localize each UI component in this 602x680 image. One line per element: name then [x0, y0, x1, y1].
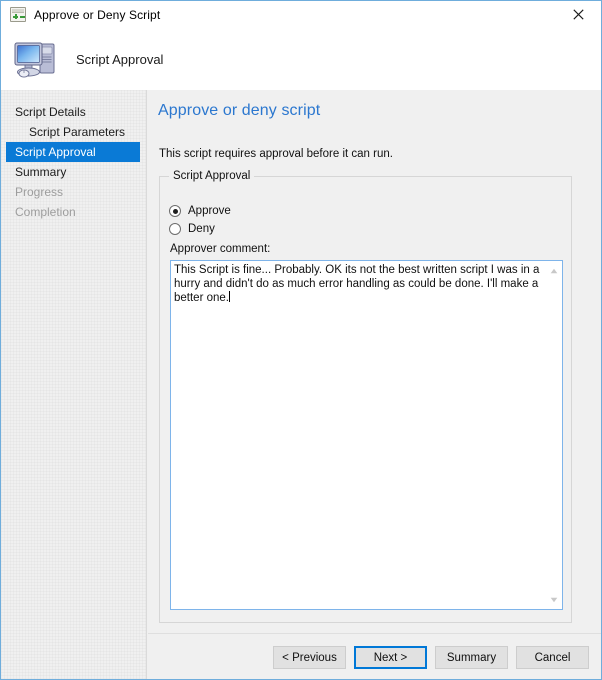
page-description: This script requires approval before it … [159, 148, 393, 160]
dialog-body: Script Details Script Parameters Script … [1, 90, 601, 679]
scroll-up-arrow-icon [550, 268, 557, 273]
scroll-down-arrow-icon [550, 597, 557, 602]
title-bar: Approve or Deny Script [1, 1, 601, 28]
sidebar-item-script-approval[interactable]: Script Approval [6, 142, 140, 162]
radio-deny[interactable]: Deny [169, 223, 215, 235]
radio-approve-indicator [169, 205, 181, 217]
scroll-up-button[interactable] [545, 262, 562, 279]
previous-button[interactable]: < Previous [273, 646, 346, 669]
comment-vertical-scrollbar[interactable] [544, 261, 562, 609]
approver-comment-input[interactable]: This Script is fine... Probably. OK its … [170, 260, 563, 610]
sidebar-item-summary[interactable]: Summary [1, 162, 146, 182]
radio-deny-label: Deny [188, 223, 215, 235]
approve-deny-icon [10, 7, 26, 22]
dialog-header: Script Approval [1, 28, 601, 90]
wizard-step-sidebar: Script Details Script Parameters Script … [1, 90, 147, 679]
scroll-down-button[interactable] [545, 591, 562, 608]
close-icon [573, 9, 584, 20]
sidebar-item-script-parameters[interactable]: Script Parameters [1, 122, 146, 142]
main-content-pane: Approve or deny script This script requi… [148, 90, 601, 679]
approver-comment-label: Approver comment: [170, 243, 271, 255]
sidebar-item-completion: Completion [15, 205, 76, 219]
cancel-button[interactable]: Cancel [516, 646, 589, 669]
summary-button[interactable]: Summary [435, 646, 508, 669]
page-title: Approve or deny script [158, 102, 321, 119]
radio-approve[interactable]: Approve [169, 205, 231, 217]
computer-icon [12, 37, 60, 81]
window-title: Approve or Deny Script [34, 7, 161, 22]
close-button[interactable] [556, 1, 601, 28]
approver-comment-text: This Script is fine... Probably. OK its … [174, 263, 542, 305]
text-caret [228, 291, 230, 302]
script-approval-groupbox: Script Approval Approve Deny Approver co… [159, 170, 572, 623]
radio-approve-label: Approve [188, 205, 231, 217]
sidebar-item-progress: Progress [15, 185, 64, 199]
groupbox-title: Script Approval [169, 170, 255, 182]
header-title: Script Approval [76, 51, 164, 67]
dialog-footer: < Previous Next > Summary Cancel [148, 634, 601, 679]
script-approval-dialog: Approve or Deny Script Script Approval S… [0, 0, 602, 680]
footer-button-row: < Previous Next > Summary Cancel [273, 646, 589, 669]
sidebar-item-script-details[interactable]: Script Details [1, 102, 146, 122]
radio-deny-indicator [169, 223, 181, 235]
next-button[interactable]: Next > [354, 646, 427, 669]
